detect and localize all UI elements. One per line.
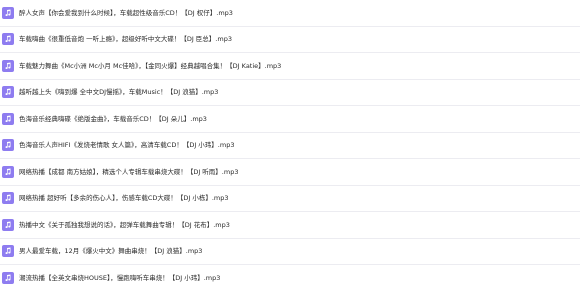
file-row[interactable]: 色海音乐人声HIFI《发烧老情歌 女人篇》，高清车载CD！【DJ 小玮】.mp3 [0, 133, 580, 159]
file-name: 潮流热播【全英文串烧HOUSE】，慢跑嗨听车串烧！【DJ 小玮】.mp3 [19, 273, 221, 282]
music-file-icon [2, 86, 14, 99]
file-row[interactable]: 色海音乐经典嗨碟《绝版金曲》，车载音乐CD！【DJ 朵儿】.mp3 [0, 106, 580, 133]
file-row[interactable]: 潮流热播【全英文串烧HOUSE】，慢跑嗨听车串烧！【DJ 小玮】.mp3 [0, 265, 580, 290]
music-file-icon [2, 192, 14, 205]
music-file-icon [2, 6, 14, 19]
file-name: 车载嗨曲《很重低音炮 一听上瘾》，超级好听中文大碟！【DJ 臣总】.mp3 [19, 35, 232, 44]
music-file-icon [2, 218, 14, 231]
file-name: 色海音乐经典嗨碟《绝版金曲》，车载音乐CD！【DJ 朵儿】.mp3 [19, 114, 207, 123]
music-file-icon [2, 165, 14, 178]
file-row[interactable]: 男人最爱车载，12月《爆火中文》舞曲串烧！【DJ 浪猫】.mp3 [0, 239, 580, 265]
file-row[interactable]: 网络热播 超好听【多余的伤心人】，伤感车载CD大碟！【DJ 小栋】.mp3 [0, 186, 580, 212]
music-file-icon [2, 271, 14, 284]
music-file-icon [2, 59, 14, 72]
file-name: 网络热播 超好听【多余的伤心人】，伤感车载CD大碟！【DJ 小栋】.mp3 [19, 194, 229, 203]
file-row[interactable]: 醉人女声【你会爱我到什么时候】，车载超性级音乐CD！【DJ 权仔】.mp3 [0, 0, 580, 27]
file-row[interactable]: 热播中文《关于孤独我想说的话》，超弹车载舞曲专辑！【DJ 花布】.mp3 [0, 212, 580, 239]
music-file-icon [2, 139, 14, 152]
file-name: 越听越上头《嗨到爆 全中文DJ慢摇》，车载Music！【DJ 浪猫】.mp3 [19, 88, 219, 97]
file-name: 男人最爱车载，12月《爆火中文》舞曲串烧！【DJ 浪猫】.mp3 [19, 247, 203, 256]
file-name: 热播中文《关于孤独我想说的话》，超弹车载舞曲专辑！【DJ 花布】.mp3 [19, 220, 230, 229]
file-name: 车载魅力舞曲《Mc小洲 Mc小月 Mc佳哈》，【金同火爆】经典越唱合集！【DJ … [19, 61, 282, 70]
file-name: 网络热播【成都 南方姑娘】，精选个人专辑车载串烧大碟！【DJ 听雨】.mp3 [19, 167, 239, 176]
file-name: 色海音乐人声HIFI《发烧老情歌 女人篇》，高清车载CD！【DJ 小玮】.mp3 [19, 141, 235, 150]
music-file-icon [2, 245, 14, 258]
music-file-icon [2, 33, 14, 46]
file-row[interactable]: 越听越上头《嗨到爆 全中文DJ慢摇》，车载Music！【DJ 浪猫】.mp3 [0, 80, 580, 106]
file-list: 醉人女声【你会爱我到什么时候】，车载超性级音乐CD！【DJ 权仔】.mp3 车载嗨… [0, 0, 580, 290]
file-row[interactable]: 网络热播【成都 南方姑娘】，精选个人专辑车载串烧大碟！【DJ 听雨】.mp3 [0, 159, 580, 186]
file-row[interactable]: 车载嗨曲《很重低音炮 一听上瘾》，超级好听中文大碟！【DJ 臣总】.mp3 [0, 27, 580, 53]
file-row[interactable]: 车载魅力舞曲《Mc小洲 Mc小月 Mc佳哈》，【金同火爆】经典越唱合集！【DJ … [0, 53, 580, 80]
file-name: 醉人女声【你会爱我到什么时候】，车载超性级音乐CD！【DJ 权仔】.mp3 [19, 8, 233, 17]
music-file-icon [2, 112, 14, 125]
